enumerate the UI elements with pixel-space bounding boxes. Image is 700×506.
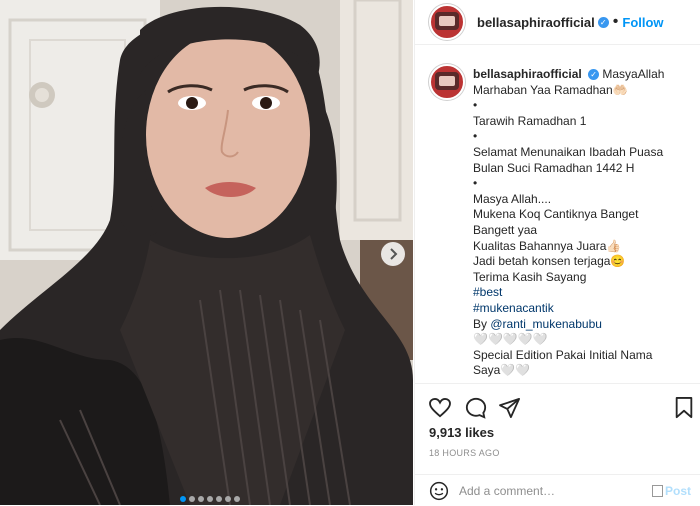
- username-link[interactable]: bellasaphiraofficial: [477, 15, 595, 30]
- comment-icon[interactable]: [465, 397, 487, 419]
- caption-line: •: [473, 176, 478, 191]
- post-header: bellasaphiraofficial ✓ • Follow: [415, 0, 700, 45]
- caption-username[interactable]: bellasaphiraofficial: [473, 67, 582, 81]
- carousel-dot: [206, 496, 213, 502]
- caption-line: Selamat Menunaikan Ibadah Puasa: [473, 144, 664, 159]
- chevron-right-icon: [390, 248, 398, 260]
- caption-line: By @ranti_mukenabubu: [473, 316, 602, 331]
- post-button-glyph: [651, 484, 663, 497]
- caption-line: Marhaban Yaa Ramadhan🤲🏻: [473, 82, 628, 97]
- comment-input[interactable]: Add a comment…: [459, 484, 651, 498]
- post-photo[interactable]: [0, 0, 413, 505]
- next-slide-button[interactable]: [381, 242, 405, 266]
- carousel-dot: [224, 496, 231, 502]
- mention-link[interactable]: @ranti_mukenabubu: [490, 317, 602, 331]
- avatar[interactable]: [429, 4, 465, 40]
- hashtag-link[interactable]: #mukenacantik: [473, 301, 698, 317]
- post-timestamp[interactable]: 18 HOURS AGO: [429, 448, 500, 458]
- carousel-dot: [233, 496, 240, 502]
- caption-line: Terima Kasih Sayang: [473, 269, 587, 284]
- emoji-icon[interactable]: [429, 481, 449, 501]
- caption-line: Special Edition Pakai Initial Nama: [473, 347, 653, 362]
- carousel-dot: [188, 496, 195, 502]
- comment-bar: Add a comment… Post: [415, 474, 700, 506]
- caption-line: 🤍🤍🤍🤍🤍: [473, 332, 548, 347]
- caption-line: •: [473, 129, 478, 144]
- photo-illustration: [0, 0, 413, 505]
- caption-avatar[interactable]: [429, 64, 465, 100]
- carousel-dot: [215, 496, 222, 502]
- heart-icon[interactable]: [429, 398, 451, 418]
- carousel-dot-active: [179, 496, 186, 502]
- caption-line: Mukena Koq Cantiknya Banget: [473, 207, 639, 222]
- caption-line: MasyaAllah: [602, 67, 665, 81]
- carousel-indicator: [178, 495, 241, 502]
- separator-dot: •: [612, 13, 619, 30]
- follow-button[interactable]: Follow: [622, 15, 663, 30]
- verified-badge-icon: ✓: [597, 16, 609, 28]
- bookmark-icon[interactable]: [674, 397, 694, 419]
- caption-line: Bangett yaa: [473, 222, 538, 237]
- caption-line: Kualitas Bahannya Juara👍🏻: [473, 238, 622, 253]
- caption-line: Jadi betah konsen terjaga😊: [473, 254, 626, 269]
- post-side-panel: bellasaphiraofficial ✓ • Follow bellasap…: [414, 0, 700, 505]
- carousel-dot: [197, 496, 204, 502]
- share-icon[interactable]: [499, 398, 521, 418]
- likes-count[interactable]: 9,913 likes: [429, 425, 494, 440]
- caption-line: •: [473, 98, 478, 113]
- caption-line: Bulan Suci Ramadhan 1442 H: [473, 160, 635, 175]
- caption-line: Saya🤍🤍: [473, 363, 531, 378]
- caption-line: Masya Allah....: [473, 191, 552, 206]
- caption: bellasaphiraofficial ✓ MasyaAllah Marhab…: [473, 67, 698, 379]
- caption-line: Tarawih Ramadhan 1: [473, 113, 587, 128]
- hashtag-link[interactable]: #best: [473, 285, 698, 301]
- post-button[interactable]: Post: [665, 484, 691, 498]
- verified-badge-icon: ✓: [588, 69, 600, 81]
